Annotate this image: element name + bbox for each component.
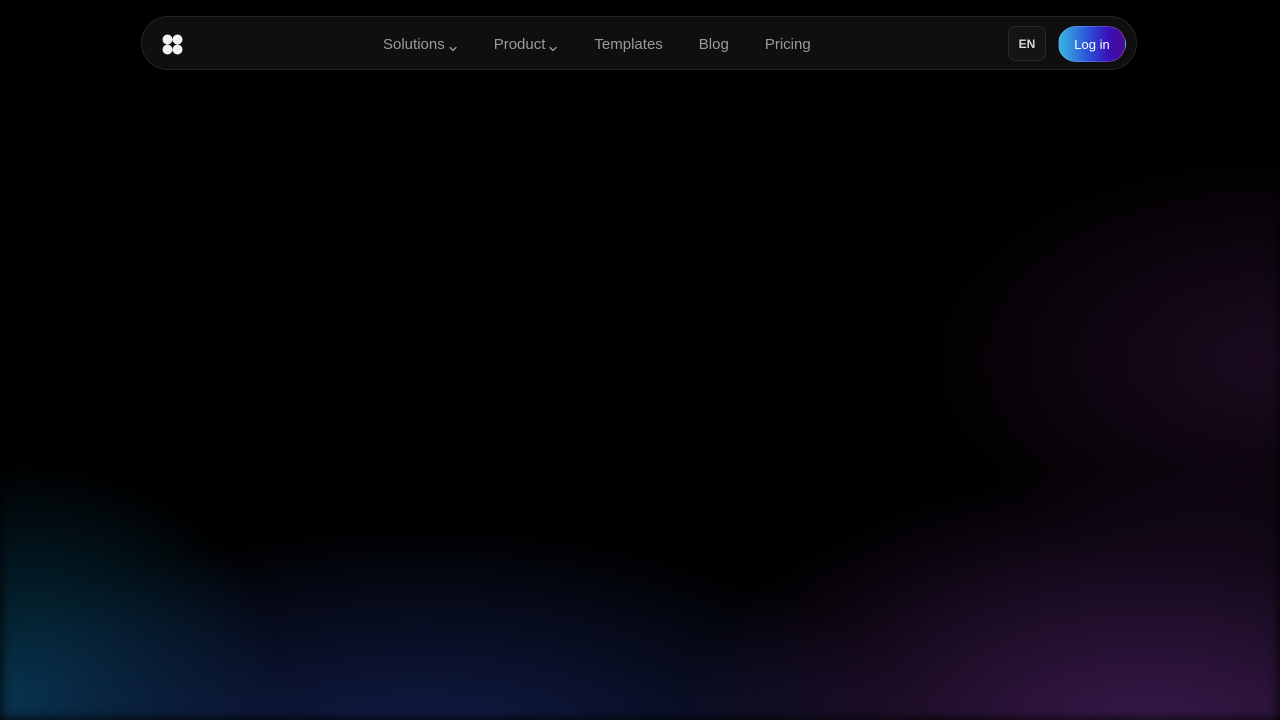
nav-item-solutions-label: Solutions: [383, 35, 445, 53]
nav-item-templates[interactable]: Templates: [594, 36, 662, 53]
clover-logo-icon[interactable]: [162, 34, 183, 55]
login-button[interactable]: Log in: [1058, 26, 1126, 62]
nav-item-pricing-label: Pricing: [764, 35, 811, 53]
background-gradient-glow: [0, 0, 1280, 720]
nav-item-solutions[interactable]: Solutions: [383, 36, 457, 53]
nav-item-blog-label: Blog: [698, 35, 729, 53]
chevron-down-icon: [549, 40, 558, 52]
nav-links: Solutions Product Templates Blog Pricing: [383, 17, 811, 71]
nav-item-templates-label: Templates: [594, 35, 663, 53]
landing-page: Solutions Product Templates Blog Pricing: [0, 0, 1280, 720]
chevron-down-icon: [449, 40, 457, 52]
language-selector-button[interactable]: EN: [1008, 26, 1046, 61]
top-navbar: Solutions Product Templates Blog Pricing: [141, 16, 1137, 70]
nav-item-product[interactable]: Product: [494, 36, 558, 53]
nav-item-blog[interactable]: Blog: [699, 36, 729, 53]
nav-item-product-label: Product: [493, 35, 546, 53]
nav-item-pricing[interactable]: Pricing: [765, 36, 811, 53]
